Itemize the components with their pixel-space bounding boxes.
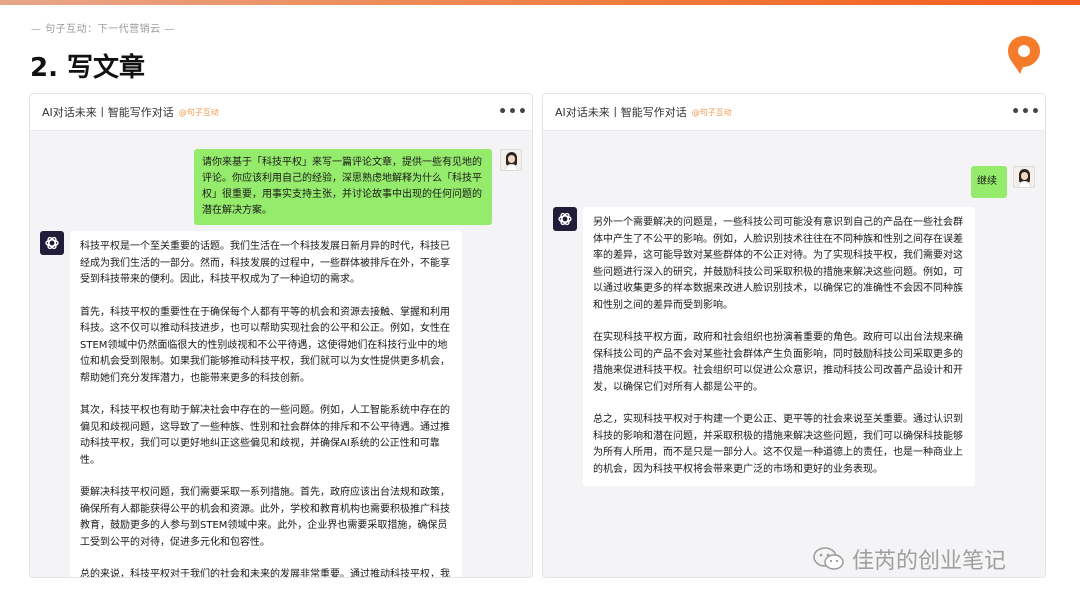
wechat-icon [813, 547, 844, 570]
more-options-icon[interactable]: ••• [498, 103, 527, 121]
ai-avatar [553, 207, 577, 231]
user-message-bubble: 继续 [971, 166, 1007, 198]
right-panel-tag: @句子互动 [691, 107, 732, 117]
left-panel-header: AI对话未来丨智能写作对话 @句子互动 ••• [30, 94, 532, 131]
ai-paragraph: 另外一个需要解决的问题是，一些科技公司可能没有意识到自己的产品在一些社会群体中产… [593, 217, 963, 311]
right-chat-panel: AI对话未来丨智能写作对话 @句子互动 ••• 继续 另外一个需要解决的问题是，… [542, 93, 1046, 578]
brand-logo-icon [1008, 36, 1040, 74]
top-accent-bar [0, 0, 1080, 5]
right-panel-header: AI对话未来丨智能写作对话 @句子互动 ••• [543, 94, 1045, 131]
header-note: — 句子互动：下一代营销云 — [31, 24, 175, 35]
ai-paragraph: 在实现科技平权方面，政府和社会组织也扮演着重要的角色。政府可以出台法规来确保科技… [593, 332, 963, 393]
right-panel-title: AI对话未来丨智能写作对话 [555, 106, 687, 119]
page-title: 2. 写文章 [30, 53, 146, 83]
more-options-icon[interactable]: ••• [1011, 103, 1040, 121]
left-panel-title: AI对话未来丨智能写作对话 [42, 106, 174, 119]
left-chat-panel: AI对话未来丨智能写作对话 @句子互动 ••• 请你来基于「科技平权」来写一篇评… [29, 93, 533, 578]
user-avatar [1013, 166, 1035, 188]
user-avatar [500, 149, 522, 171]
left-panel-tag: @句子互动 [178, 107, 219, 117]
ai-paragraph: 要解决科技平权问题，我们需要采取一系列措施。首先，政府应该出台法规和政策，确保所… [80, 487, 450, 548]
openai-icon [558, 212, 572, 226]
ai-paragraph: 科技平权是一个至关重要的话题。我们生活在一个科技发展日新月异的时代，科技已经成为… [80, 241, 450, 285]
ai-paragraph: 总的来说，科技平权对于我们的社会和未来的发展非常重要。通过推动科技平权，我们可以… [80, 569, 450, 578]
watermark-text: 佳芮的创业笔记 [852, 549, 1007, 574]
ai-avatar [40, 231, 64, 255]
ai-paragraph: 其次，科技平权也有助于解决社会中存在的一些问题。例如，人工智能系统中存在的偏见和… [80, 405, 450, 466]
ai-paragraph: 首先，科技平权的重要性在于确保每个人都有平等的机会和资源去接触、掌握和利用科技。… [80, 306, 450, 384]
openai-icon [45, 236, 59, 250]
ai-response-bubble: 另外一个需要解决的问题是，一些科技公司可能没有意识到自己的产品在一些社会群体中产… [583, 207, 975, 486]
ai-paragraph: 总之，实现科技平权对于构建一个更公正、更平等的社会来说至关重要。通过认识到科技的… [593, 414, 963, 475]
user-message-bubble: 请你来基于「科技平权」来写一篇评论文章，提供一些有见地的评论。你应该利用自己的经… [194, 149, 492, 225]
ai-response-bubble: 科技平权是一个至关重要的话题。我们生活在一个科技发展日新月异的时代，科技已经成为… [70, 231, 462, 578]
watermark: 佳芮的创业笔记 [812, 543, 1006, 575]
